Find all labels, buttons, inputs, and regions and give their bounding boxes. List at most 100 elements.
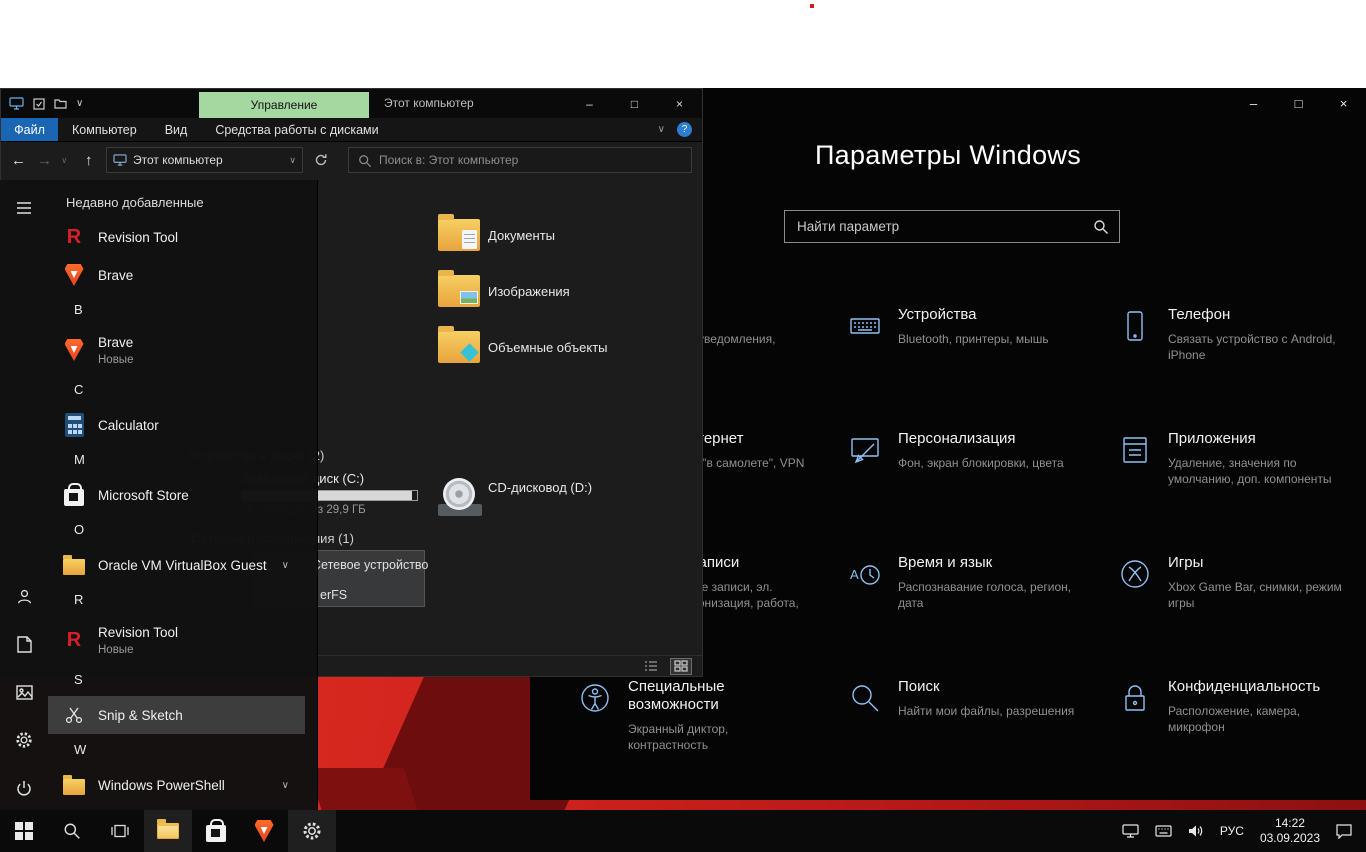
action-center-button[interactable] [1328,810,1360,852]
details-view-button[interactable] [640,658,662,675]
brave-icon [254,820,274,842]
manage-ribbon-tab[interactable]: Управление [199,92,369,118]
maximize-icon[interactable]: □ [1276,88,1321,118]
network-tray-icon[interactable] [1114,810,1147,852]
start-item-microsoft-store[interactable]: Microsoft Store [48,476,305,514]
phone-icon [1127,311,1143,341]
hamburger-menu-icon[interactable] [0,184,48,232]
folder-icon [62,553,86,577]
cd-drive-icon[interactable] [438,474,482,518]
explorer-search-input[interactable] [349,148,691,172]
forward-button[interactable]: → [37,142,52,179]
back-button[interactable]: ← [11,142,26,179]
ribbon-expand-chevron-icon[interactable]: ∨ [658,124,665,135]
cd-drive-label[interactable]: CD-дисковод (D:) [488,480,592,495]
accessibility-icon [581,684,609,712]
revision-tool-icon: R [66,629,82,651]
settings-tile-accessibility[interactable]: Специальные возможности Экранный диктор, … [570,672,840,796]
letter-section-r[interactable]: R [48,584,317,616]
folder-pictures[interactable]: Изображения [438,270,570,307]
language-indicator[interactable]: РУС [1212,810,1252,852]
search-icon [64,823,80,839]
touch-keyboard-tray-icon[interactable] [1147,810,1180,852]
close-icon[interactable]: × [1321,88,1366,118]
folder-documents[interactable]: Документы [438,214,555,251]
settings-gear-icon[interactable] [0,716,48,764]
privacy-lock-icon [1125,685,1145,711]
refresh-icon[interactable] [313,152,329,168]
taskbar-brave-button[interactable] [240,810,288,852]
windows-logo-icon [15,822,33,840]
settings-tile-devices[interactable]: Устройства Bluetooth, принтеры, мышь [840,300,1110,424]
qat-chevron-down-icon[interactable]: ∨ [76,98,83,109]
settings-tile-privacy[interactable]: Конфиденциальность Расположение, камера, … [1110,672,1366,796]
taskbar-search-button[interactable] [48,810,96,852]
menu-file[interactable]: Файл [1,118,58,141]
qat-properties-icon[interactable] [33,97,45,110]
details-view-icon [645,661,657,671]
pictures-icon[interactable] [0,668,48,716]
start-item-snip-and-sketch[interactable]: Snip & Sketch [48,696,305,734]
settings-search-input[interactable] [785,211,1119,242]
start-app-list: Недавно добавленные R Revision Tool Brav… [48,180,317,810]
letter-section-o[interactable]: O [48,514,317,546]
settings-tile-personalization[interactable]: Персонализация Фон, экран блокировки, цве… [840,424,1110,548]
explorer-search-box[interactable] [348,147,692,173]
settings-tile-search[interactable]: Поиск Найти мои файлы, разрешения [840,672,1110,796]
breadcrumb[interactable]: Этот компьютер [133,153,223,167]
document-overlay-icon [462,230,477,249]
address-bar[interactable]: Этот компьютер ∨ [106,147,303,173]
settings-tile-phone[interactable]: Телефон Связать устройство с Android, iPh… [1110,300,1366,424]
task-view-icon [111,824,129,838]
this-pc-icon [9,97,24,110]
chevron-down-icon[interactable]: ∨ [282,560,289,571]
taskbar-microsoft-store-button[interactable] [192,810,240,852]
chevron-down-icon[interactable]: ∨ [282,780,289,791]
task-view-button[interactable] [96,810,144,852]
power-icon[interactable] [0,764,48,812]
settings-search-box[interactable] [784,210,1120,243]
folder-3d-objects[interactable]: Объемные объекты [438,326,608,363]
recently-added-header: Недавно добавленные [66,195,204,210]
start-item-revision-tool[interactable]: R Revision Tool [48,218,305,256]
start-menu: Недавно добавленные R Revision Tool Brav… [0,180,318,810]
letter-section-m[interactable]: M [48,444,317,476]
settings-tile-apps[interactable]: Приложения Удаление, значения по умолчани… [1110,424,1366,548]
thumbnails-view-button[interactable] [670,657,692,675]
start-item-revision-tool-new[interactable]: R Revision Tool Новые [48,616,305,664]
start-item-windows-powershell[interactable]: Windows PowerShell ∨ [48,766,305,804]
start-item-oracle-vm-folder[interactable]: Oracle VM VirtualBox Guest Addit ∨ [48,546,305,584]
close-icon[interactable]: × [657,89,702,118]
svg-text:А: А [850,567,859,582]
tray-clock[interactable]: 14:22 03.09.2023 [1252,810,1328,852]
settings-tile-time-language[interactable]: А Время и язык Распознавание голоса, реги… [840,548,1110,672]
minimize-icon[interactable]: – [1231,88,1276,118]
letter-section-s[interactable]: S [48,664,317,696]
file-explorer-icon [157,819,179,839]
taskbar-file-explorer-button[interactable] [144,810,192,852]
menu-view[interactable]: Вид [151,118,202,141]
menu-drive-tools[interactable]: Средства работы с дисками [201,118,392,141]
address-chevron-down-icon[interactable]: ∨ [289,155,296,166]
start-button[interactable] [0,810,48,852]
history-chevron-icon[interactable]: ∨ [61,142,68,179]
up-button[interactable]: ↑ [85,142,93,179]
menu-computer[interactable]: Компьютер [58,118,151,141]
start-item-brave[interactable]: Brave [48,256,305,294]
help-icon[interactable]: ? [677,122,692,137]
minimize-icon[interactable]: – [567,89,612,118]
settings-tile-gaming[interactable]: Игры Xbox Game Bar, снимки, режим игры [1110,548,1366,672]
letter-section-c[interactable]: C [48,374,317,406]
qat-new-folder-icon[interactable] [54,98,67,109]
documents-icon[interactable] [0,620,48,668]
letter-section-b[interactable]: B [48,294,317,326]
taskbar: РУС 14:22 03.09.2023 [0,810,1366,852]
settings-gear-icon [303,822,321,840]
maximize-icon[interactable]: □ [612,89,657,118]
letter-section-w[interactable]: W [48,734,317,766]
user-account-icon[interactable] [0,572,48,620]
taskbar-settings-button[interactable] [288,810,336,852]
start-item-brave-new[interactable]: Brave Новые [48,326,305,374]
start-item-calculator[interactable]: Calculator [48,406,305,444]
volume-tray-icon[interactable] [1180,810,1212,852]
